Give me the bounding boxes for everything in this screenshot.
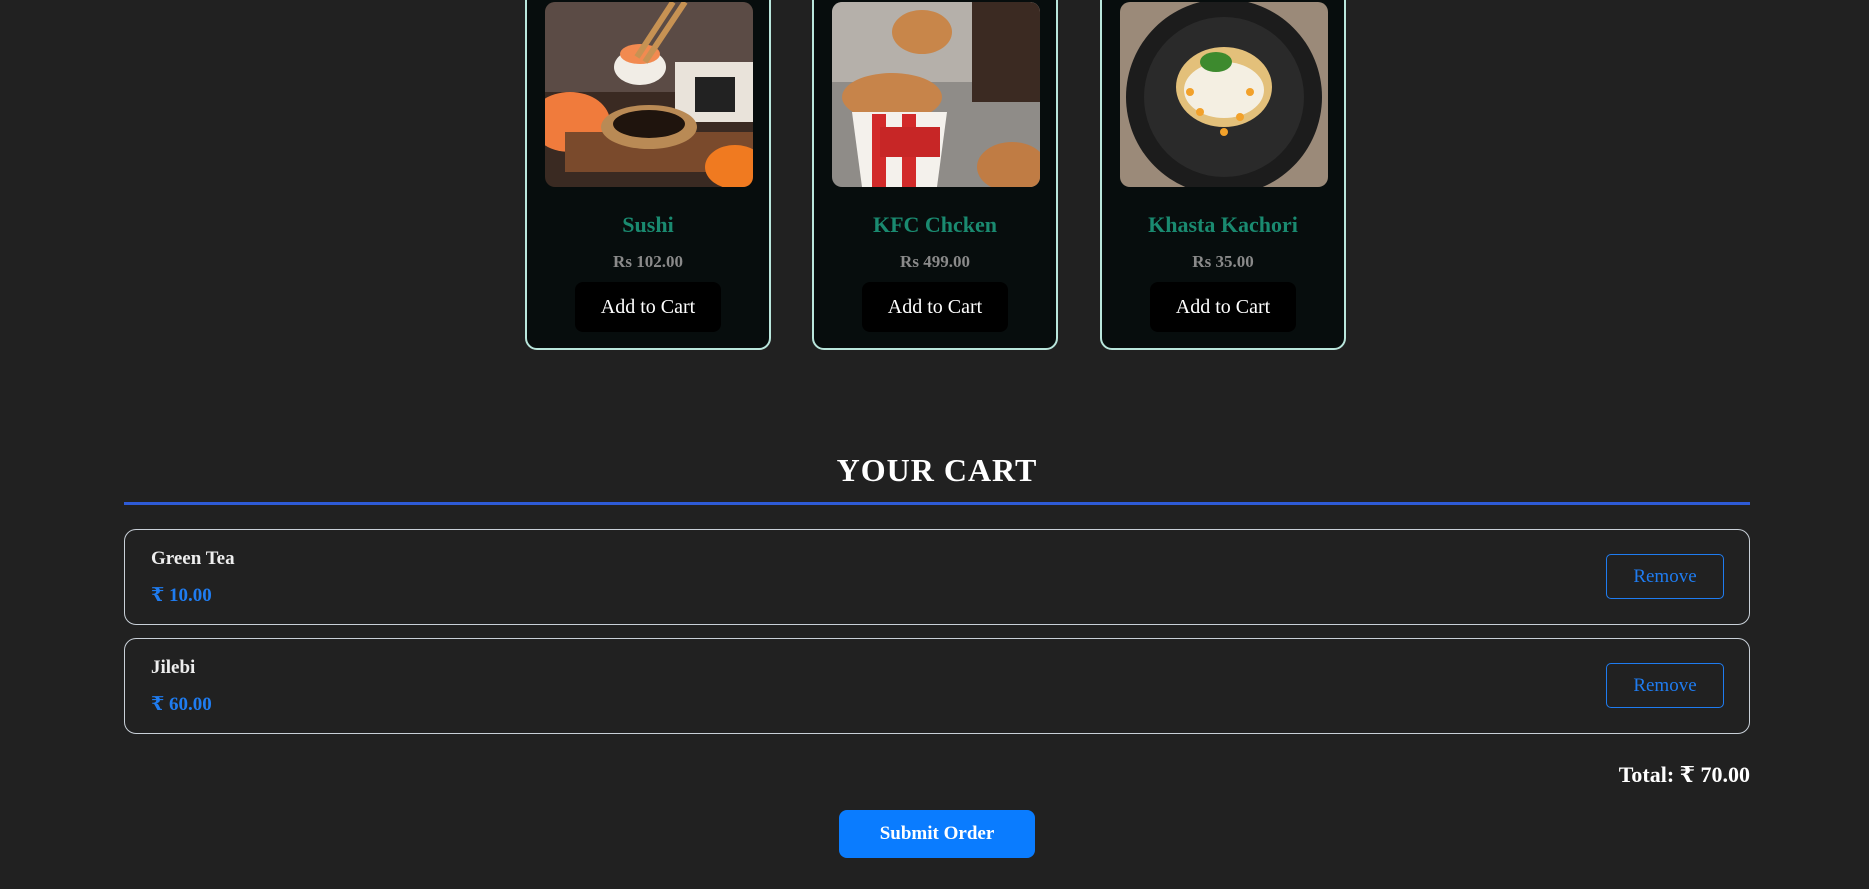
- remove-button[interactable]: Remove: [1606, 663, 1724, 708]
- cart-item: Green Tea ₹ 10.00 Remove: [124, 529, 1750, 625]
- cart-title: YOUR CART: [836, 452, 1038, 488]
- cart-section: YOUR CART Green Tea ₹ 10.00 Remove Jileb…: [124, 440, 1750, 858]
- product-name: KFC Chcken: [872, 212, 998, 237]
- product-price: Rs 102.00: [613, 252, 683, 271]
- cart-item-name: Jilebi: [151, 657, 196, 678]
- cart-divider: [124, 502, 1750, 505]
- add-to-cart-button[interactable]: Add to Cart: [575, 282, 721, 332]
- submit-order-button[interactable]: Submit Order: [839, 810, 1035, 858]
- add-to-cart-button[interactable]: Add to Cart: [862, 282, 1008, 332]
- product-price: Rs 499.00: [900, 252, 970, 271]
- cart-total: Total: ₹ 70.00: [1618, 762, 1750, 787]
- remove-button[interactable]: Remove: [1606, 554, 1724, 599]
- cart-item-name: Green Tea: [151, 548, 235, 569]
- product-name: Khasta Kachori: [1148, 212, 1298, 237]
- product-card-sushi: Sushi Rs 102.00 Add to Cart: [525, 0, 771, 350]
- add-to-cart-button[interactable]: Add to Cart: [1150, 282, 1296, 332]
- product-price: Rs 35.00: [1192, 252, 1254, 271]
- khasta-kachori-image: [1120, 2, 1328, 187]
- product-card-khasta-kachori: Khasta Kachori Rs 35.00 Add to Cart: [1100, 0, 1346, 350]
- cart-item-price: ₹ 60.00: [151, 694, 212, 715]
- cart-item-price: ₹ 10.00: [151, 585, 212, 606]
- cart-item: Jilebi ₹ 60.00 Remove: [124, 638, 1750, 734]
- product-grid: Sushi Rs 102.00 Add to Cart KFC Chcken R…: [0, 0, 1869, 360]
- product-name: Sushi: [622, 212, 674, 237]
- sushi-image: [545, 2, 753, 187]
- product-card-kfc-chicken: KFC Chcken Rs 499.00 Add to Cart: [812, 0, 1058, 350]
- page: Sushi Rs 102.00 Add to Cart KFC Chcken R…: [0, 0, 1869, 889]
- kfc-chicken-image: [832, 2, 1040, 187]
